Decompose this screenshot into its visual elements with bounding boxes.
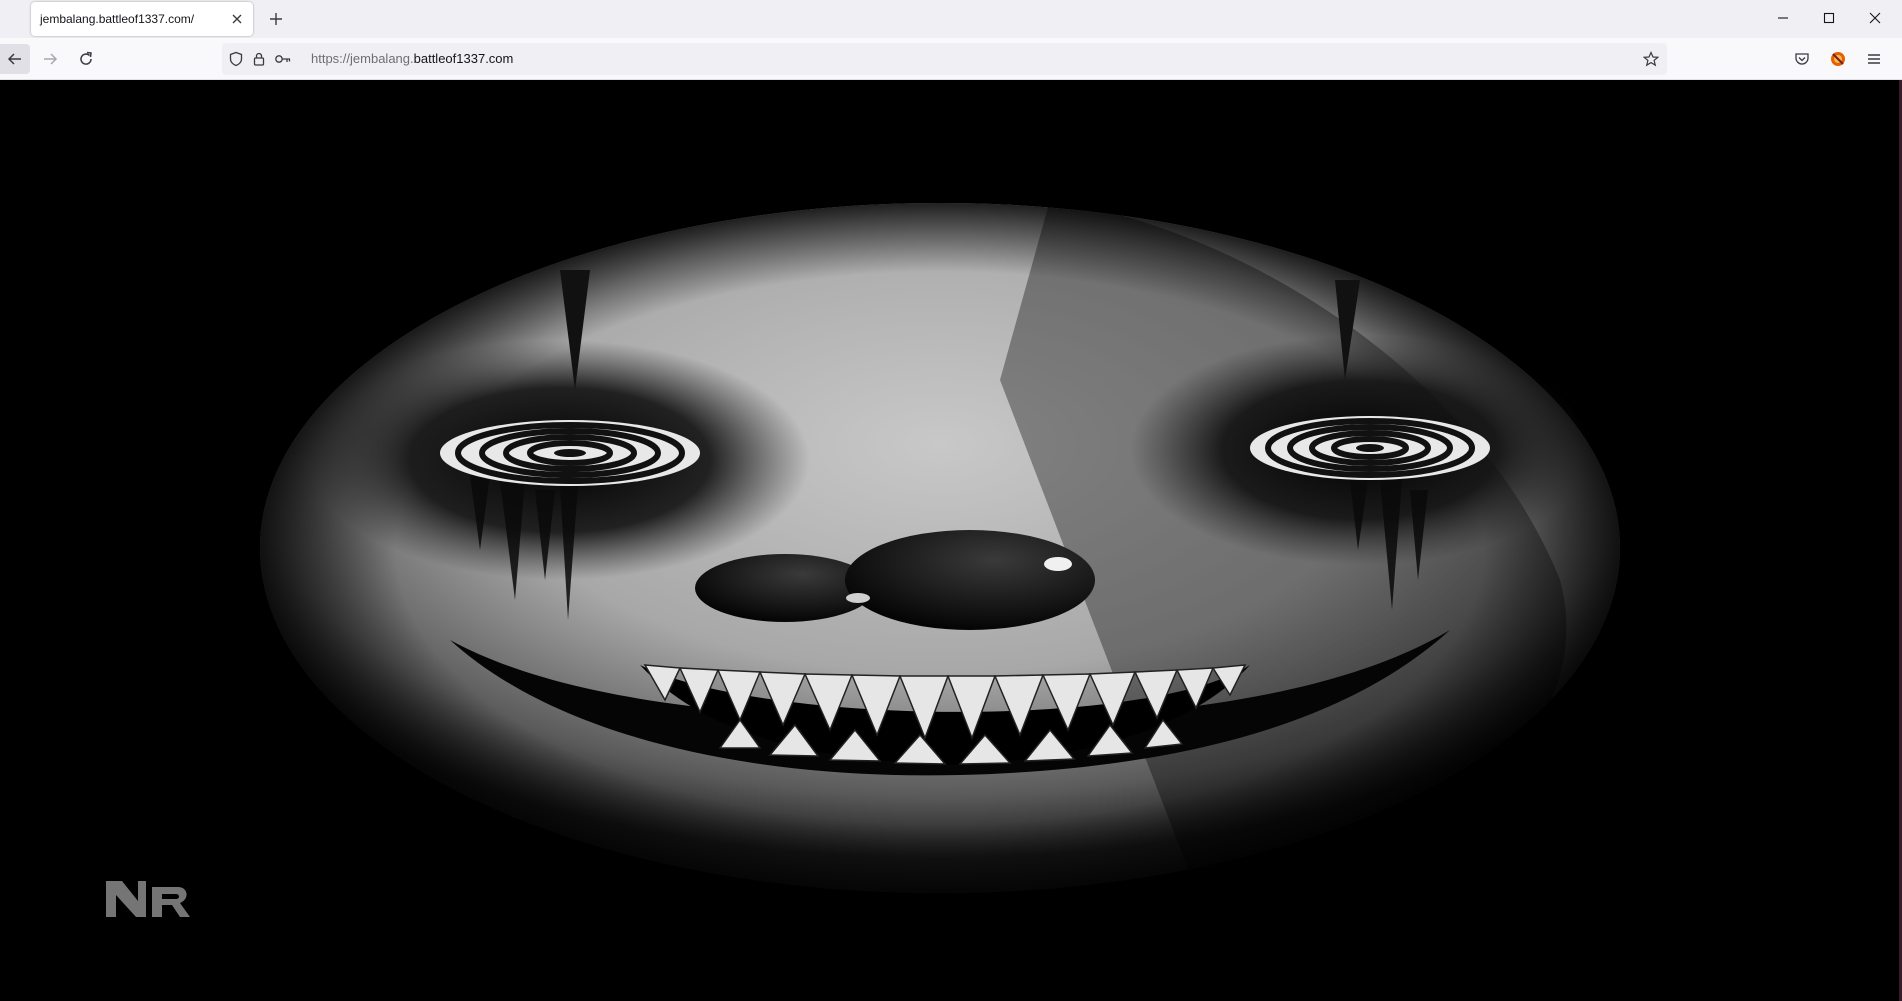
url-prefix: https://jembalang. [311, 51, 414, 66]
new-tab-plus-icon[interactable] [265, 8, 287, 30]
nr-logo [106, 881, 190, 917]
left-spiral-eye [440, 420, 700, 486]
tab-strip: jembalang.battleof1337.com/ [0, 0, 1902, 38]
reload-icon[interactable] [71, 44, 101, 74]
tab-close-icon[interactable] [227, 9, 247, 29]
right-spiral-eye [1250, 416, 1490, 480]
tracking-shield-icon[interactable] [227, 50, 245, 68]
key-icon[interactable] [274, 50, 292, 68]
close-icon[interactable] [1852, 0, 1898, 36]
extension-icon[interactable] [1827, 48, 1849, 70]
tab-title: jembalang.battleof1337.com/ [40, 12, 195, 26]
url-domain: battleof1337.com [413, 51, 514, 66]
url-text[interactable]: https://jembalang.battleof1337.com [311, 51, 513, 66]
bookmark-star-icon[interactable] [1642, 50, 1660, 68]
clown-face-image [0, 80, 1900, 1001]
lock-icon[interactable] [250, 50, 268, 68]
address-bar[interactable]: https://jembalang.battleof1337.com [222, 43, 1667, 75]
menu-hamburger-icon[interactable] [1863, 48, 1885, 70]
pocket-icon[interactable] [1791, 48, 1813, 70]
tab-active[interactable]: jembalang.battleof1337.com/ [31, 2, 253, 36]
forward-arrow-icon[interactable] [35, 44, 65, 74]
browser-window: jembalang.battleof1337.com/ https://jemb… [0, 0, 1902, 1001]
navigation-toolbar: https://jembalang.battleof1337.com [0, 38, 1902, 80]
minimize-icon[interactable] [1760, 0, 1806, 36]
maximize-icon[interactable] [1806, 0, 1852, 36]
page-content [0, 80, 1900, 1001]
back-arrow-icon[interactable] [0, 44, 30, 74]
